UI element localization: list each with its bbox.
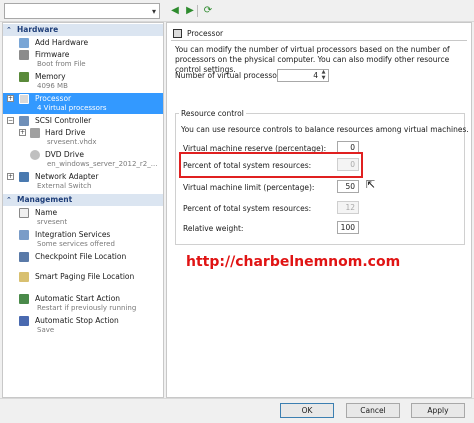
hardware-section-header[interactable]: ⌃ Hardware [3,24,163,36]
sidebar-item-automatic-start-action[interactable]: Automatic Start Action Restart if previo… [3,293,163,315]
sidebar-item-processor[interactable]: + Processor 4 Virtual processors [3,93,163,114]
watermark-url: http://charbelnemnom.com [186,254,401,270]
sidebar-item-hard-drive[interactable]: + Hard Drive srvesent.vhdx [3,127,163,149]
checkpoint-icon [19,252,29,262]
limit-highlight-box [179,152,363,178]
sidebar-item-firmware[interactable]: Firmware Boot from File [3,49,163,71]
apply-button[interactable]: Apply [411,403,465,418]
scsi-controller-icon [19,116,29,126]
collapse-icon: ⌃ [6,26,12,34]
virtual-processors-label: Number of virtual processors: [175,71,287,80]
settings-tree: ⌃ Hardware Add Hardware Firmware Boot fr… [2,22,164,398]
sidebar-item-dvd-drive[interactable]: DVD Drive en_windows_server_2012_r2_... [3,149,163,171]
limit-label: Virtual machine limit (percentage): [183,183,315,192]
ok-button[interactable]: OK [280,403,334,418]
percent-total-limit-value: 12 [337,201,359,214]
memory-icon [19,72,29,82]
dialog-button-bar: OK Cancel Apply [0,398,474,423]
collapse-tree-icon[interactable]: − [7,117,14,124]
chevron-down-icon: ▾ [151,7,156,16]
sidebar-item-name[interactable]: Name srvesent [3,207,163,229]
processor-icon [19,94,29,104]
sidebar-item-add-hardware[interactable]: Add Hardware [3,37,163,49]
vm-select[interactable]: ▾ [4,3,160,19]
stop-action-icon [19,316,29,326]
top-toolbar: ▾ ◀ ▶ ⟳ [0,0,474,22]
resource-control-description: You can use resource controls to balance… [181,125,469,134]
sidebar-item-scsi-controller[interactable]: − SCSI Controller [3,115,163,127]
forward-arrow-icon[interactable]: ▶ [183,3,197,19]
add-hardware-icon [19,38,29,48]
relative-weight-input[interactable]: 100 [337,221,359,234]
limit-input[interactable]: 50 [337,180,359,193]
sidebar-item-integration-services[interactable]: Integration Services Some services offer… [3,229,163,251]
virtual-processors-stepper[interactable]: 4 ▲ ▼ [277,69,329,82]
expand-icon[interactable]: + [19,129,26,136]
management-section-header[interactable]: ⌃ Management [3,194,163,206]
cancel-button[interactable]: Cancel [346,403,400,418]
section-title: Processor [171,27,467,41]
back-arrow-icon[interactable]: ◀ [168,3,182,19]
name-icon [19,208,29,218]
percent-total-limit-label: Percent of total system resources: [183,204,312,213]
relative-weight-label: Relative weight: [183,224,244,233]
hard-drive-icon [30,128,40,138]
expand-icon[interactable]: + [7,173,14,180]
mouse-cursor-icon: ⇱ [366,178,376,191]
stepper-arrows-icon[interactable]: ▲ ▼ [320,69,327,81]
start-action-icon [19,294,29,304]
sidebar-item-smart-paging-file-location[interactable]: Smart Paging File Location [3,271,163,293]
integration-services-icon [19,230,29,240]
dvd-drive-icon [30,150,40,160]
firmware-icon [19,50,29,60]
collapse-icon: ⌃ [6,196,12,204]
refresh-icon[interactable]: ⟳ [201,3,215,19]
expand-icon[interactable]: + [7,95,14,102]
sidebar-item-automatic-stop-action[interactable]: Automatic Stop Action Save [3,315,163,337]
toolbar-divider [197,5,198,17]
processor-icon [173,29,182,38]
resource-control-label: Resource control [179,109,246,118]
smart-paging-icon [19,272,29,282]
sidebar-item-checkpoint-file-location[interactable]: Checkpoint File Location [3,251,163,273]
sidebar-item-network-adapter[interactable]: + Network Adapter External Switch [3,171,163,193]
sidebar-item-memory[interactable]: Memory 4096 MB [3,71,163,93]
network-adapter-icon [19,172,29,182]
processor-settings-pane: Processor You can modify the number of v… [166,22,472,398]
